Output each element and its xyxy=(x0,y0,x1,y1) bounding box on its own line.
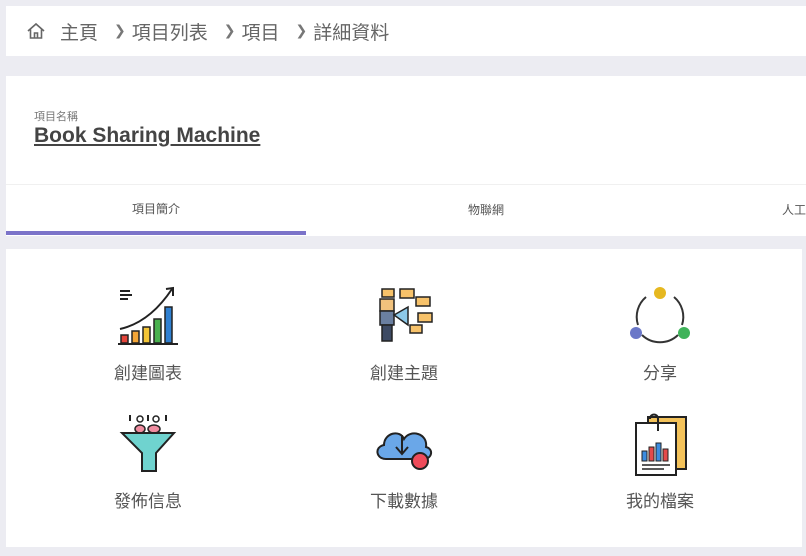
tab-iot[interactable]: 物聯網 xyxy=(336,185,636,234)
create-topic-tile[interactable]: 創建主題 xyxy=(314,285,494,395)
funnel-icon xyxy=(119,415,177,472)
breadcrumb-details: 詳細資料 xyxy=(313,21,390,44)
tab-ai[interactable]: 人工 xyxy=(782,185,806,234)
breadcrumb-project[interactable]: 項目 xyxy=(242,18,280,45)
chevron-right-icon: ❯ xyxy=(114,23,126,39)
share-label: 分享 xyxy=(643,364,677,384)
project-header-card: 項目名稱 Book Sharing Machine 項目簡介 物聯網 人工 xyxy=(6,76,806,236)
tab-bar: 項目簡介 物聯網 人工 xyxy=(6,184,806,237)
project-name-label: 項目名稱 xyxy=(34,110,78,123)
create-topic-label: 創建主題 xyxy=(370,364,438,384)
home-icon[interactable] xyxy=(26,21,46,41)
chevron-right-icon: ❯ xyxy=(295,23,308,39)
create-chart-label: 創建圖表 xyxy=(114,364,182,384)
publish-info-tile[interactable]: 發佈信息 xyxy=(58,413,238,523)
announcement-icon xyxy=(379,288,433,342)
cloud-download-icon xyxy=(376,432,432,470)
my-files-label: 我的檔案 xyxy=(626,492,694,512)
publish-info-label: 發佈信息 xyxy=(114,492,182,512)
tab-project-intro[interactable]: 項目簡介 xyxy=(6,185,306,235)
download-data-tile[interactable]: 下載數據 xyxy=(314,413,494,523)
create-chart-tile[interactable]: 創建圖表 xyxy=(58,285,238,395)
file-report-icon xyxy=(635,413,687,476)
chart-growth-icon xyxy=(118,286,178,345)
my-files-tile[interactable]: 我的檔案 xyxy=(570,413,750,523)
download-data-label: 下載數據 xyxy=(370,492,438,512)
breadcrumb-home[interactable]: 主頁 xyxy=(60,18,98,45)
action-grid: 創建圖表 創建主題 分享 發佈信息 下載數據 我的檔案 xyxy=(6,249,802,547)
share-cycle-icon xyxy=(630,287,690,344)
share-tile[interactable]: 分享 xyxy=(570,285,750,395)
breadcrumb-project-list[interactable]: 項目列表 xyxy=(132,18,208,45)
project-name: Book Sharing Machine xyxy=(34,124,261,147)
breadcrumb: 主頁 ❯ 項目列表 ❯ 項目 ❯ 詳細資料 xyxy=(6,6,806,56)
chevron-right-icon: ❯ xyxy=(223,23,236,39)
